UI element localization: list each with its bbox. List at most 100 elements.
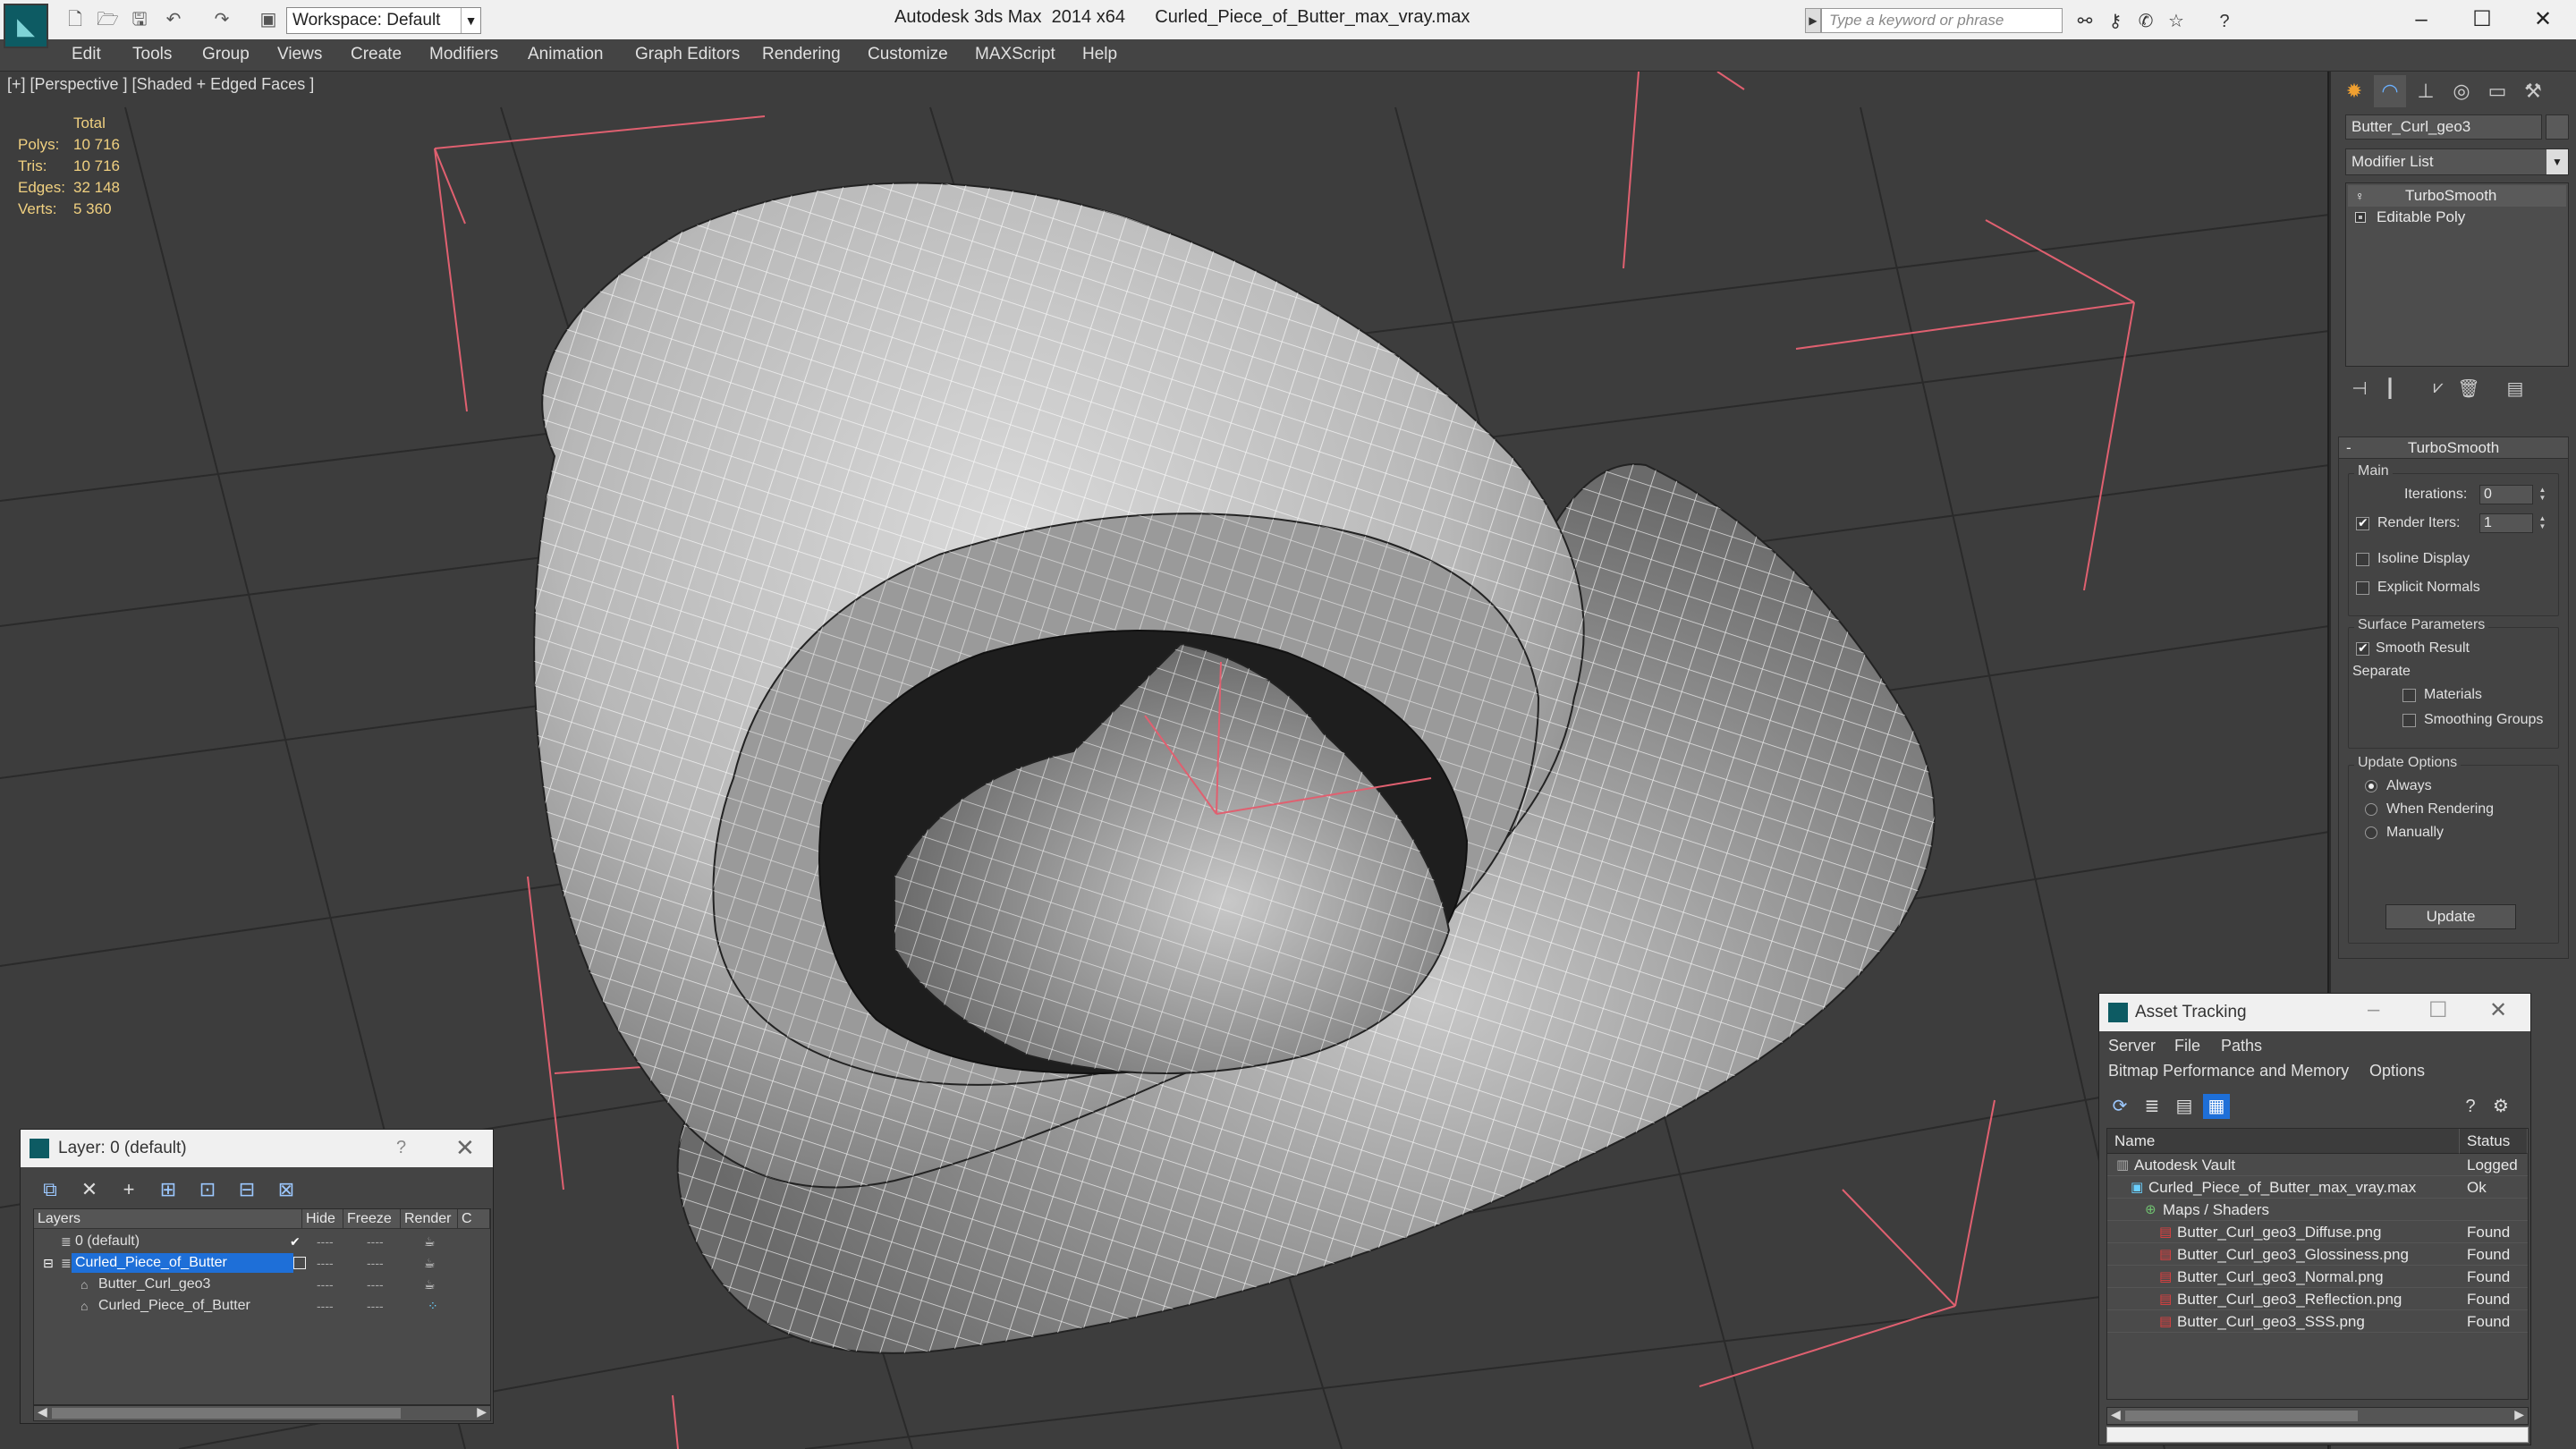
- update-button[interactable]: Update: [2385, 904, 2516, 929]
- menu-edit[interactable]: Edit: [72, 45, 101, 64]
- column-freeze[interactable]: Freeze: [343, 1209, 401, 1229]
- asset-row[interactable]: ▥ Autodesk Vault Logged: [2107, 1154, 2528, 1176]
- active-layer-checkbox[interactable]: [293, 1257, 306, 1269]
- hide-toggle[interactable]: ----: [317, 1295, 334, 1317]
- object-color-swatch[interactable]: [2546, 114, 2569, 140]
- menu-bitmap-performance[interactable]: Bitmap Performance and Memory: [2108, 1062, 2349, 1080]
- hide-unhide-all-icon[interactable]: ⊟: [233, 1176, 260, 1203]
- always-radio[interactable]: [2365, 780, 2377, 792]
- refresh-icon[interactable]: ⟳: [2106, 1094, 2133, 1119]
- column-layers[interactable]: Layers: [34, 1209, 302, 1229]
- iterations-spinner[interactable]: 0: [2479, 485, 2546, 504]
- rollout-header[interactable]: - TurboSmooth: [2339, 437, 2568, 459]
- table-view-icon[interactable]: ▦: [2203, 1094, 2230, 1119]
- manually-radio[interactable]: [2365, 826, 2377, 839]
- binoculars-icon[interactable]: ⚯: [2073, 11, 2097, 32]
- column-hide[interactable]: Hide: [302, 1209, 343, 1229]
- communication-icon[interactable]: ✆: [2134, 11, 2157, 32]
- stack-item-turbosmooth[interactable]: ♀ TurboSmooth: [2348, 185, 2566, 207]
- scroll-left-icon[interactable]: ◀: [2111, 1407, 2121, 1422]
- new-layer-icon[interactable]: ⧉: [37, 1176, 64, 1203]
- menu-file[interactable]: File: [2174, 1037, 2200, 1055]
- close-icon[interactable]: ✕: [2513, 2, 2572, 38]
- hide-toggle[interactable]: ----: [317, 1231, 334, 1252]
- stack-item-editable-poly[interactable]: Editable Poly: [2348, 207, 2566, 228]
- expand-box-icon[interactable]: [2355, 212, 2366, 223]
- asset-row[interactable]: ▤ Butter_Curl_geo3_Normal.png Found: [2107, 1266, 2528, 1288]
- lightbulb-icon[interactable]: ♀: [2355, 189, 2366, 203]
- column-status[interactable]: Status: [2460, 1129, 2528, 1154]
- menu-tools[interactable]: Tools: [132, 45, 172, 64]
- close-icon[interactable]: ✕: [2489, 997, 2507, 1023]
- explicit-normals-checkbox[interactable]: [2356, 581, 2369, 595]
- new-file-icon[interactable]: 🗋: [64, 9, 86, 30]
- freeze-toggle[interactable]: ----: [367, 1231, 384, 1252]
- key-icon[interactable]: ⚷: [2104, 11, 2127, 32]
- menu-create[interactable]: Create: [351, 45, 402, 64]
- asset-row[interactable]: ▤ Butter_Curl_geo3_SSS.png Found: [2107, 1310, 2528, 1333]
- collapse-icon[interactable]: ⊟: [43, 1252, 54, 1274]
- column-render[interactable]: Render: [401, 1209, 458, 1229]
- layer-window-titlebar[interactable]: Layer: 0 (default) ? ✕: [21, 1130, 493, 1167]
- make-unique-icon[interactable]: ⩗: [2426, 377, 2451, 402]
- minimize-icon[interactable]: –: [2368, 997, 2379, 1022]
- menu-animation[interactable]: Animation: [528, 45, 604, 64]
- asset-row[interactable]: ▤ Butter_Curl_geo3_Glossiness.png Found: [2107, 1243, 2528, 1266]
- menu-group[interactable]: Group: [202, 45, 250, 64]
- layer-row[interactable]: ⌂ Butter_Curl_geo3 ---- ---- ☕: [34, 1274, 490, 1295]
- when-rendering-radio[interactable]: [2365, 803, 2377, 816]
- undo-icon[interactable]: ↶: [163, 9, 184, 30]
- layer-row[interactable]: ⊟ ≣ Curled_Piece_of_Butter ---- ---- ☕: [34, 1252, 490, 1274]
- smoothing-groups-checkbox[interactable]: [2402, 714, 2416, 727]
- list-view-icon[interactable]: ≣: [2139, 1094, 2165, 1119]
- freeze-toggle[interactable]: ----: [367, 1295, 384, 1317]
- scroll-left-icon[interactable]: ◀: [38, 1404, 47, 1419]
- favorites-star-icon[interactable]: ☆: [2165, 11, 2188, 32]
- modifier-list-dropdown[interactable]: Modifier List ▼: [2345, 148, 2569, 175]
- menu-rendering[interactable]: Rendering: [762, 45, 841, 64]
- scroll-thumb[interactable]: [52, 1408, 401, 1419]
- configure-sets-icon[interactable]: ▤: [2503, 377, 2528, 402]
- modify-tab-icon[interactable]: ◠: [2374, 75, 2406, 107]
- materials-checkbox[interactable]: [2402, 689, 2416, 702]
- asset-row[interactable]: ▤ Butter_Curl_geo3_Reflection.png Found: [2107, 1288, 2528, 1310]
- help-icon[interactable]: ?: [2457, 1094, 2484, 1119]
- render-teapot-icon[interactable]: ☕: [424, 1252, 436, 1274]
- asset-row[interactable]: ▤ Butter_Curl_geo3_Diffuse.png Found: [2107, 1221, 2528, 1243]
- help-icon[interactable]: ?: [2213, 11, 2236, 32]
- viewport-label[interactable]: [+] [Perspective ] [Shaded + Edged Faces…: [7, 75, 314, 94]
- delete-layer-icon[interactable]: ✕: [76, 1176, 103, 1203]
- layer-horizontal-scrollbar[interactable]: ◀ ▶: [33, 1404, 491, 1421]
- smooth-result-checkbox[interactable]: [2356, 640, 2369, 656]
- asset-window-titlebar[interactable]: Asset Tracking – ☐ ✕: [2099, 994, 2530, 1031]
- select-highlighted-icon[interactable]: ⊞: [155, 1176, 182, 1203]
- render-iters-checkbox[interactable]: [2356, 515, 2369, 530]
- render-dots-icon[interactable]: ⁘: [428, 1295, 438, 1317]
- freeze-unfreeze-all-icon[interactable]: ⊠: [273, 1176, 300, 1203]
- menu-graph-editors[interactable]: Graph Editors: [635, 45, 740, 64]
- layer-row[interactable]: ≣ 0 (default) ✔ ---- ---- ☕: [34, 1231, 490, 1252]
- show-end-result-icon[interactable]: ┃: [2377, 377, 2402, 402]
- menu-customize[interactable]: Customize: [868, 45, 948, 64]
- settings-icon[interactable]: ⚙: [2487, 1094, 2514, 1119]
- add-to-layer-icon[interactable]: +: [115, 1176, 142, 1203]
- highlight-selected-icon[interactable]: ⊡: [194, 1176, 221, 1203]
- remove-modifier-icon[interactable]: 🗑: [2456, 377, 2481, 402]
- menu-maxscript[interactable]: MAXScript: [975, 45, 1055, 64]
- open-file-icon[interactable]: 🗁: [97, 9, 119, 30]
- app-logo-icon[interactable]: ◣: [4, 4, 48, 48]
- render-teapot-icon[interactable]: ☕: [424, 1231, 436, 1252]
- display-tab-icon[interactable]: ▭: [2481, 75, 2513, 107]
- scroll-right-icon[interactable]: ▶: [477, 1404, 487, 1419]
- menu-modifiers[interactable]: Modifiers: [429, 45, 498, 64]
- column-color[interactable]: C: [458, 1209, 490, 1229]
- motion-tab-icon[interactable]: ◎: [2445, 75, 2478, 107]
- scroll-right-icon[interactable]: ▶: [2514, 1407, 2524, 1422]
- utilities-tab-icon[interactable]: ⚒: [2517, 75, 2549, 107]
- minimize-icon[interactable]: –: [2392, 2, 2451, 38]
- create-tab-icon[interactable]: ✹: [2338, 75, 2370, 107]
- object-name-field[interactable]: Butter_Curl_geo3: [2345, 114, 2542, 140]
- scroll-thumb[interactable]: [2125, 1411, 2358, 1421]
- redo-icon[interactable]: ↷: [211, 9, 233, 30]
- render-teapot-icon[interactable]: ☕: [424, 1274, 436, 1295]
